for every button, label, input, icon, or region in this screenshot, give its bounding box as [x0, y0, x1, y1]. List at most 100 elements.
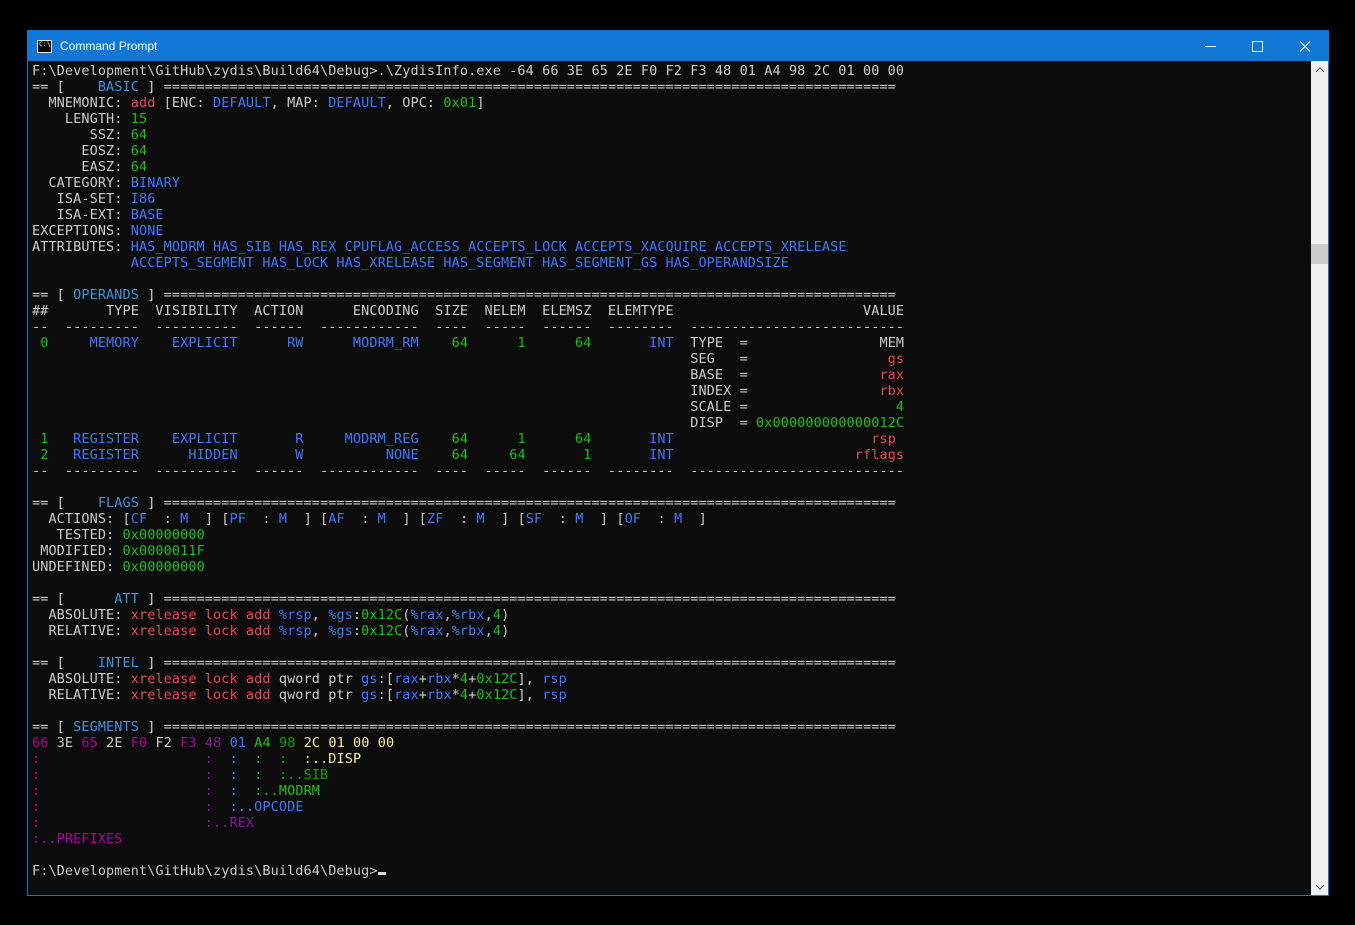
text-segment: ISA-SET:	[32, 191, 131, 207]
text-segment: rbx	[427, 687, 452, 703]
console-line: ## TYPE VISIBILITY ACTION ENCODING SIZE …	[32, 303, 1311, 319]
text-segment	[40, 783, 205, 799]
scroll-down-arrow-icon	[1315, 881, 1323, 889]
console-line: : : : : : :..DISP	[32, 751, 1311, 767]
text-segment: 4	[493, 607, 501, 623]
maximize-button[interactable]	[1234, 31, 1281, 61]
text-segment: ,	[443, 607, 451, 623]
text-segment: :	[147, 511, 180, 527]
text-segment: rbx	[427, 671, 452, 687]
scrollbar-thumb[interactable]	[1311, 244, 1328, 264]
text-segment: 4	[748, 399, 904, 415]
text-segment: ]	[682, 511, 707, 527]
text-segment: %gs	[328, 623, 353, 639]
console-line: == [ OPERANDS ] ========================…	[32, 287, 1311, 303]
text-segment: :..REX	[205, 815, 254, 831]
text-segment: xrelease lock add	[131, 607, 271, 623]
text-segment: +	[419, 671, 427, 687]
text-segment	[238, 783, 254, 799]
text-segment: CF	[131, 511, 147, 527]
text-segment	[262, 767, 278, 783]
text-segment: :	[246, 511, 279, 527]
console-line: CATEGORY: BINARY	[32, 175, 1311, 191]
text-segment	[197, 735, 205, 751]
text-segment: gs	[361, 671, 377, 687]
text-segment: 4	[493, 623, 501, 639]
text-segment: )	[501, 623, 509, 639]
text-segment: ATTRIBUTES:	[32, 239, 131, 255]
text-segment: OPERANDS	[73, 287, 139, 303]
text-segment: -- --------- ---------- ------ ---------…	[32, 319, 904, 335]
text-segment: 0x12C	[476, 687, 517, 703]
text-segment: I86	[131, 191, 156, 207]
vertical-scrollbar[interactable]	[1311, 61, 1328, 895]
text-segment: rax	[394, 671, 419, 687]
scroll-down-button[interactable]	[1311, 878, 1328, 895]
text-segment: 4	[460, 671, 468, 687]
text-segment	[40, 751, 205, 767]
text-segment: 4	[460, 687, 468, 703]
title-bar[interactable]: C:\ Command Prompt	[28, 31, 1328, 61]
text-segment: 2E	[98, 735, 131, 751]
scroll-up-button[interactable]	[1311, 61, 1328, 78]
console-line: ATTRIBUTES: HAS_MODRM HAS_SIB HAS_REX CP…	[32, 239, 1311, 255]
text-segment: 0x000000000000012C	[756, 415, 904, 431]
text-segment: AF	[328, 511, 344, 527]
text-segment: 0x01	[443, 95, 476, 111]
text-segment: add	[131, 95, 156, 111]
text-segment: +	[419, 687, 427, 703]
close-button[interactable]	[1281, 31, 1328, 61]
text-segment	[32, 255, 131, 271]
text-segment: rax	[748, 367, 904, 383]
text-segment: :..SIB	[279, 767, 328, 783]
text-segment: HAS_MODRM HAS_SIB HAS_REX CPUFLAG_ACCESS…	[131, 239, 847, 255]
text-segment: 64	[131, 143, 147, 159]
text-segment: :	[230, 751, 238, 767]
window-title: Command Prompt	[60, 39, 157, 53]
text-segment: ,	[312, 607, 328, 623]
console-line	[32, 703, 1311, 719]
text-segment: )	[501, 607, 509, 623]
text-segment: :[	[378, 687, 394, 703]
text-segment: ,	[443, 623, 451, 639]
console-line: RELATIVE: xrelease lock add %rsp, %gs:0x…	[32, 623, 1311, 639]
text-segment: :[	[378, 671, 394, 687]
text-segment: SEGMENTS	[73, 719, 139, 735]
text-segment: %rax	[411, 607, 444, 623]
text-segment: == [	[32, 719, 73, 735]
text-segment: , OPC:	[386, 95, 444, 111]
text-segment: F:\Development\GitHub\zydis\Build64\Debu…	[32, 863, 378, 879]
scroll-up-arrow-icon	[1315, 67, 1323, 75]
text-segment: 2	[32, 447, 48, 463]
text-segment: SEG =	[32, 351, 748, 367]
text-segment: xrelease lock add	[131, 687, 271, 703]
text-segment: gs	[361, 687, 377, 703]
text-segment: DISP =	[32, 415, 756, 431]
text-segment: BASE =	[32, 367, 748, 383]
console-line: UNDEFINED: 0x00000000	[32, 559, 1311, 575]
console-line: F:\Development\GitHub\zydis\Build64\Debu…	[32, 63, 1311, 79]
text-segment: 64	[131, 127, 147, 143]
text-segment: ABSOLUTE:	[32, 671, 131, 687]
text-segment: %rax	[411, 623, 444, 639]
text-segment	[213, 767, 229, 783]
command-prompt-window: C:\ Command Prompt F:\Development\GitHub…	[27, 30, 1329, 896]
text-segment: :	[641, 511, 674, 527]
text-segment: rsp	[674, 431, 896, 447]
console-line: == [ SEGMENTS ] ========================…	[32, 719, 1311, 735]
text-segment: == [	[32, 495, 73, 511]
console-line: == [ FLAGS ] ===========================…	[32, 495, 1311, 511]
console-line	[32, 639, 1311, 655]
text-segment: ] [	[287, 511, 328, 527]
text-segment: 64 1 64	[419, 431, 592, 447]
minimize-button[interactable]	[1187, 31, 1234, 61]
console-output[interactable]: F:\Development\GitHub\zydis\Build64\Debu…	[28, 61, 1311, 895]
text-segment: gs	[748, 351, 904, 367]
text-segment: 0x0000011F	[123, 543, 205, 559]
text-segment: ISA-EXT:	[32, 207, 131, 223]
console-line: LENGTH: 15	[32, 111, 1311, 127]
text-segment: 48	[205, 735, 221, 751]
text-segment: ] [	[386, 511, 427, 527]
text-segment	[295, 735, 303, 751]
text-segment: 66	[32, 735, 48, 751]
